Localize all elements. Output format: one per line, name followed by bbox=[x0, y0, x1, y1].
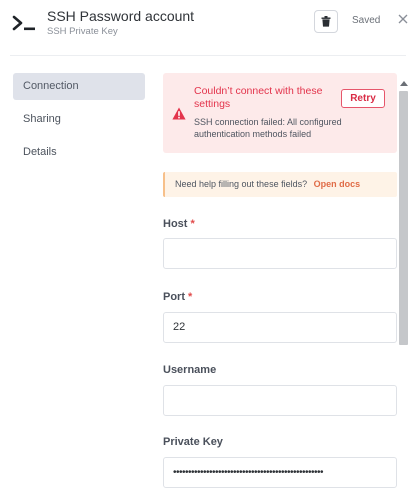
alert-title: Couldn’t connect with these settings bbox=[194, 85, 323, 110]
port-input[interactable]: 22 bbox=[163, 312, 397, 343]
header-divider bbox=[10, 55, 406, 56]
port-label: Port * bbox=[163, 291, 193, 303]
scrollbar-thumb[interactable] bbox=[399, 91, 408, 345]
saved-status: Saved bbox=[352, 15, 381, 26]
error-alert: Couldn’t connect with these settings SSH… bbox=[163, 73, 397, 153]
sidebar-item-sharing[interactable]: Sharing bbox=[13, 106, 145, 133]
connection-form: Couldn’t connect with these settings SSH… bbox=[163, 73, 397, 499]
page-subtitle: SSH Private Key bbox=[47, 26, 118, 37]
delete-button[interactable] bbox=[314, 10, 338, 33]
close-icon[interactable] bbox=[397, 13, 409, 25]
alert-message: SSH connection failed: All configured au… bbox=[194, 117, 342, 139]
private-key-label: Private Key bbox=[163, 436, 223, 448]
trash-icon bbox=[321, 16, 331, 27]
retry-button[interactable]: Retry bbox=[341, 89, 385, 108]
required-marker: * bbox=[188, 291, 193, 303]
page-title[interactable]: SSH Password account bbox=[47, 8, 194, 24]
sidebar: Connection Sharing Details bbox=[13, 73, 145, 172]
scrollbar[interactable] bbox=[398, 73, 410, 499]
sidebar-item-connection[interactable]: Connection bbox=[13, 73, 145, 100]
host-input[interactable] bbox=[163, 238, 397, 269]
host-label: Host * bbox=[163, 218, 195, 230]
hint-text: Need help filling out these fields? bbox=[175, 179, 308, 189]
open-docs-link[interactable]: Open docs bbox=[314, 179, 361, 189]
username-input[interactable] bbox=[163, 385, 397, 416]
private-key-input[interactable]: ••••••••••••••••••••••••••••••••••••••••… bbox=[163, 457, 397, 488]
warning-icon bbox=[172, 107, 186, 120]
required-marker: * bbox=[190, 218, 195, 230]
docs-hint: Need help filling out these fields? Open… bbox=[163, 172, 397, 197]
terminal-icon bbox=[12, 15, 35, 31]
scroll-up-icon[interactable] bbox=[400, 81, 408, 86]
sidebar-item-details[interactable]: Details bbox=[13, 139, 145, 166]
header: SSH Password account SSH Private Key Sav… bbox=[0, 0, 416, 56]
username-label: Username bbox=[163, 364, 217, 376]
